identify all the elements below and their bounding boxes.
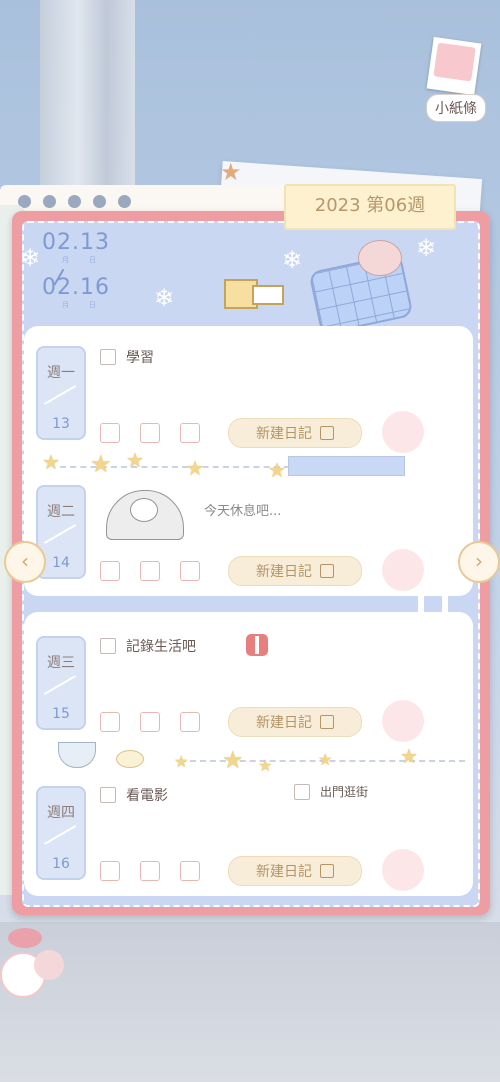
slot-box[interactable] xyxy=(100,861,120,881)
slot-box[interactable] xyxy=(100,561,120,581)
edit-icon xyxy=(320,564,334,578)
sleeping-cat-sticker xyxy=(224,275,284,311)
edit-icon xyxy=(320,715,334,729)
star-icon: ★ xyxy=(222,746,244,774)
star-icon: ★ xyxy=(318,750,333,769)
task-label: 出門逛街 xyxy=(320,785,369,799)
new-entry-button[interactable]: 新建日記 xyxy=(228,418,362,448)
start-date: 02.13 xyxy=(42,230,110,255)
snowflake-icon: ❄ xyxy=(20,244,41,272)
task-checkbox[interactable] xyxy=(100,638,116,654)
star-icon: ★ xyxy=(258,756,273,775)
end-date-units: 月 日 xyxy=(62,301,97,309)
slot-box[interactable] xyxy=(180,712,200,732)
task-checkbox[interactable] xyxy=(100,787,116,803)
week-tab: 2023 第06週 xyxy=(284,184,456,230)
mood-slots xyxy=(100,423,200,443)
slot-box[interactable] xyxy=(100,712,120,732)
slot-box[interactable] xyxy=(180,861,200,881)
slot-box[interactable] xyxy=(100,423,120,443)
star-icon: ★ xyxy=(126,448,144,472)
day-tag-thursday: 週四 16 xyxy=(36,786,86,880)
resting-girl-sticker xyxy=(106,480,184,540)
task-label: 學習 xyxy=(126,350,154,366)
new-entry-button[interactable]: 新建日記 xyxy=(228,856,362,886)
chevron-left-icon: ‹ xyxy=(21,549,29,573)
task-item[interactable]: 出門逛街 xyxy=(294,783,368,800)
start-date-units: 月 日 xyxy=(62,256,97,264)
task-label: 記錄生活吧 xyxy=(126,639,196,655)
notes-label: 小紙條 xyxy=(426,94,486,122)
sleeping-girl-sticker xyxy=(308,238,414,336)
binder-holes xyxy=(18,195,131,208)
chevron-right-icon: › xyxy=(475,549,483,573)
slot-box[interactable] xyxy=(180,561,200,581)
stamp-slot[interactable] xyxy=(382,411,424,453)
mood-slots xyxy=(100,561,200,581)
end-date: 02.16 xyxy=(42,275,110,300)
mood-slots xyxy=(100,861,200,881)
day-tag-wednesday: 週三 15 xyxy=(36,636,86,730)
star-icon: ★ xyxy=(186,456,204,480)
task-checkbox[interactable] xyxy=(100,349,116,365)
stamp-slot[interactable] xyxy=(382,549,424,591)
page-divider xyxy=(24,590,473,616)
new-entry-button[interactable]: 新建日記 xyxy=(228,556,362,586)
slot-box[interactable] xyxy=(140,423,160,443)
note-photo-icon xyxy=(426,36,482,96)
rest-message: 今天休息吧... xyxy=(204,504,282,519)
slot-box[interactable] xyxy=(140,861,160,881)
edit-icon xyxy=(320,864,334,878)
dumpling-sticker xyxy=(116,750,144,768)
next-week-button[interactable]: › xyxy=(458,541,500,583)
washi-tape-sticker xyxy=(288,456,405,476)
gift-icon[interactable] xyxy=(246,634,268,656)
star-icon: ★ xyxy=(268,458,286,482)
snowflake-icon: ❄ xyxy=(154,284,175,312)
stamp-slot[interactable] xyxy=(382,849,424,891)
task-item[interactable]: 記錄生活吧 xyxy=(100,636,196,656)
star-icon: ★ xyxy=(400,744,418,768)
previous-week-button[interactable]: ‹ xyxy=(4,541,46,583)
star-icon: ★ xyxy=(220,158,242,186)
snowflake-icon: ❄ xyxy=(416,234,437,262)
new-entry-button[interactable]: 新建日記 xyxy=(228,707,362,737)
star-icon: ★ xyxy=(42,450,60,474)
edit-icon xyxy=(320,426,334,440)
star-icon: ★ xyxy=(90,450,112,478)
mood-slots xyxy=(100,712,200,732)
slot-box[interactable] xyxy=(180,423,200,443)
star-icon: ★ xyxy=(174,752,189,771)
task-item[interactable]: 學習 xyxy=(100,347,154,367)
snowflake-icon: ❄ xyxy=(282,246,303,274)
background-floor xyxy=(0,922,500,1082)
background-curtain xyxy=(40,0,135,200)
task-checkbox[interactable] xyxy=(294,783,310,800)
date-range: 02.13 月 日 02.16 月 日 xyxy=(42,230,110,310)
slot-box[interactable] xyxy=(140,712,160,732)
day-tag-monday: 週一 13 xyxy=(36,346,86,440)
notes-button[interactable]: 小紙條 xyxy=(420,36,486,122)
slot-box[interactable] xyxy=(140,561,160,581)
stamp-slot[interactable] xyxy=(382,700,424,742)
task-label: 看電影 xyxy=(126,788,168,804)
task-item[interactable]: 看電影 xyxy=(100,785,168,805)
